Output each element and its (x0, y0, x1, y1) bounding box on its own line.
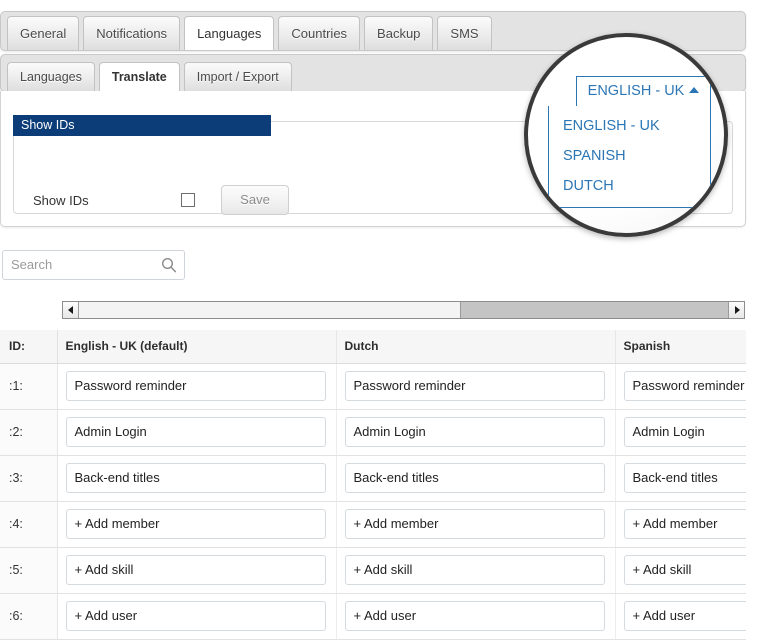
table-row: :2: Admin Login Admin Login Admin Login (0, 409, 746, 456)
translation-input-dutch[interactable]: + Add member (344, 509, 605, 539)
table-header-row: ID: English - UK (default) Dutch Spanish (0, 330, 746, 364)
magnifier-content: ENGLISH - UK ENGLISH - UK SPANISH DUTCH (528, 37, 724, 233)
tab-notifications[interactable]: Notifications (83, 16, 181, 50)
scroll-right-arrow-icon[interactable] (728, 302, 744, 318)
scrollbar-track[interactable] (461, 302, 728, 318)
translation-input-spanish[interactable]: Back-end titles (623, 463, 746, 493)
column-header-spanish: Spanish (615, 330, 746, 364)
subtab-languages[interactable]: Languages (7, 62, 95, 91)
translation-input-dutch[interactable]: Admin Login (344, 417, 605, 447)
translation-input-spanish[interactable]: + Add skill (623, 555, 746, 585)
cell-spanish: + Add user (615, 593, 746, 640)
cell-dutch: + Add user (336, 593, 616, 640)
row-id: :4: (0, 501, 58, 548)
translation-input-dutch[interactable]: Back-end titles (344, 463, 605, 493)
translation-input-english[interactable]: + Add user (65, 601, 326, 631)
cell-english: + Add skill (57, 547, 337, 594)
language-option-english-uk[interactable]: ENGLISH - UK (549, 111, 710, 141)
tab-countries[interactable]: Countries (278, 16, 361, 50)
translation-input-spanish[interactable]: + Add member (623, 509, 746, 539)
language-option-dutch[interactable]: DUTCH (549, 171, 710, 201)
language-option-spanish[interactable]: SPANISH (549, 141, 710, 171)
cell-english: + Add user (57, 593, 337, 640)
search-input[interactable]: Search (2, 250, 185, 280)
cell-spanish: + Add member (615, 501, 746, 548)
table-row: :3: Back-end titles Back-end titles Back… (0, 455, 746, 502)
cell-dutch: Password reminder (336, 363, 616, 410)
table-row: :4: + Add member + Add member + Add memb… (0, 501, 746, 548)
translations-table-wrapper: ID: English - UK (default) Dutch Spanish… (0, 330, 746, 640)
cell-dutch: Back-end titles (336, 455, 616, 502)
table-row: :5: + Add skill + Add skill + Add skill (0, 547, 746, 594)
magnifier-callout: ENGLISH - UK ENGLISH - UK SPANISH DUTCH (524, 33, 728, 237)
translation-input-dutch[interactable]: + Add user (344, 601, 605, 631)
column-header-id: ID: (0, 330, 58, 364)
tab-languages[interactable]: Languages (184, 16, 275, 50)
subtab-translate[interactable]: Translate (98, 62, 180, 91)
translation-input-dutch[interactable]: Password reminder (344, 371, 605, 401)
cell-english: Back-end titles (57, 455, 337, 502)
row-id: :3: (0, 455, 58, 502)
tab-general[interactable]: General (7, 16, 80, 50)
show-ids-legend: Show IDs (13, 115, 271, 136)
cell-english: + Add member (57, 501, 337, 548)
table-row: :6: + Add user + Add user + Add user (0, 593, 746, 640)
cell-spanish: + Add skill (615, 547, 746, 594)
cell-dutch: + Add member (336, 501, 616, 548)
app-root: General Notifications Languages Countrie… (0, 0, 760, 640)
show-ids-checkbox[interactable] (181, 193, 195, 207)
tab-backup[interactable]: Backup (364, 16, 434, 50)
cell-dutch: + Add skill (336, 547, 616, 594)
translation-input-spanish[interactable]: Password reminder (623, 371, 746, 401)
show-ids-label: Show IDs (33, 192, 89, 208)
translation-input-english[interactable]: Password reminder (65, 371, 326, 401)
scrollbar-thumb[interactable] (79, 302, 461, 318)
table-row: :1: Password reminder Password reminder … (0, 363, 746, 410)
row-id: :5: (0, 547, 58, 594)
translation-input-english[interactable]: Back-end titles (65, 463, 326, 493)
translation-input-english[interactable]: + Add skill (65, 555, 326, 585)
translation-input-spanish[interactable]: + Add user (623, 601, 746, 631)
translation-input-english[interactable]: + Add member (65, 509, 326, 539)
save-button[interactable]: Save (221, 185, 289, 215)
language-dropdown-trigger-label: ENGLISH - UK (587, 83, 685, 99)
cell-spanish: Back-end titles (615, 455, 746, 502)
translation-input-english[interactable]: Admin Login (65, 417, 326, 447)
language-dropdown-trigger[interactable]: ENGLISH - UK (576, 76, 711, 107)
row-id: :1: (0, 363, 58, 410)
translation-input-spanish[interactable]: Admin Login (623, 417, 746, 447)
translations-table: ID: English - UK (default) Dutch Spanish… (0, 330, 746, 640)
subtab-import-export[interactable]: Import / Export (183, 62, 292, 91)
search-placeholder: Search (11, 257, 53, 272)
cell-spanish: Password reminder (615, 363, 746, 410)
caret-up-icon (689, 87, 700, 93)
cell-spanish: Admin Login (615, 409, 746, 456)
row-id: :6: (0, 593, 58, 640)
translation-input-dutch[interactable]: + Add skill (344, 555, 605, 585)
column-header-english: English - UK (default) (57, 330, 337, 364)
row-id: :2: (0, 409, 58, 456)
cell-english: Admin Login (57, 409, 337, 456)
search-icon (161, 257, 177, 273)
cell-english: Password reminder (57, 363, 337, 410)
cell-dutch: Admin Login (336, 409, 616, 456)
column-header-dutch: Dutch (336, 330, 616, 364)
tab-sms[interactable]: SMS (437, 16, 492, 50)
scroll-left-arrow-icon[interactable] (63, 302, 79, 318)
language-dropdown-list: ENGLISH - UK SPANISH DUTCH (548, 106, 711, 208)
horizontal-scrollbar[interactable] (62, 301, 745, 319)
table-body: :1: Password reminder Password reminder … (0, 363, 746, 640)
